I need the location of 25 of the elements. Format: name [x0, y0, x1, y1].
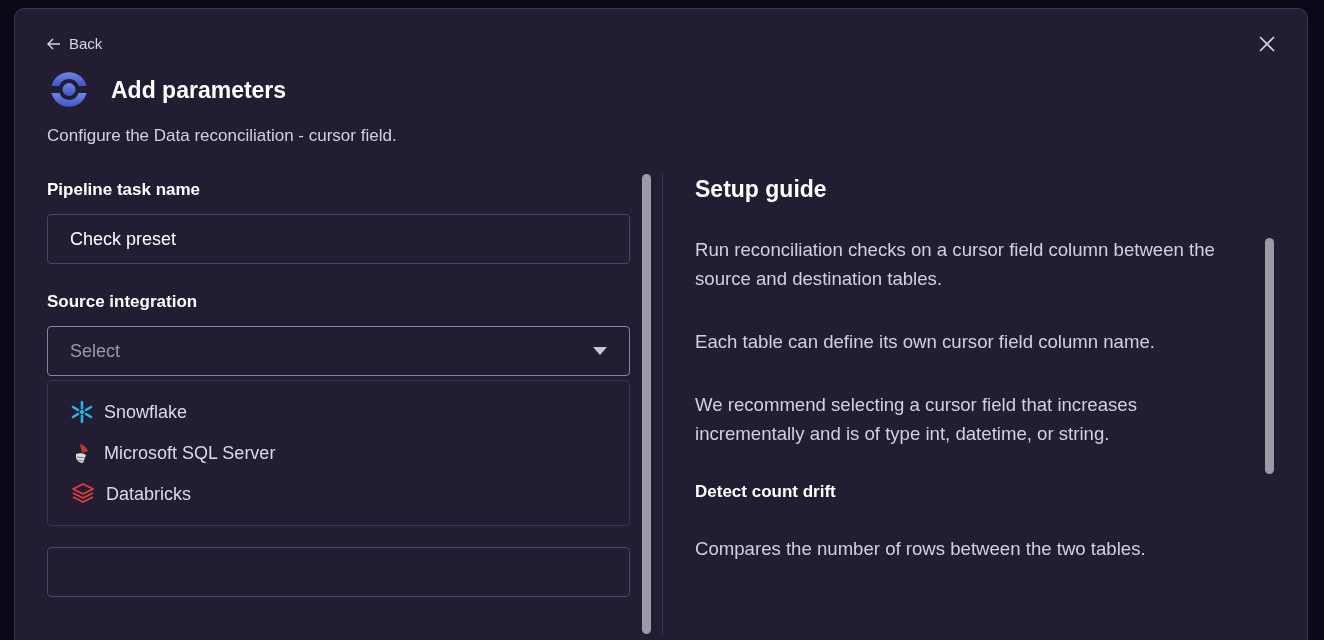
- guide-paragraph: Each table can define its own cursor field column name.: [695, 330, 1156, 354]
- field-label: Source integration: [47, 292, 199, 312]
- snowflake-icon: [70, 400, 94, 424]
- back-button[interactable]: Back: [47, 35, 103, 52]
- scrollbar[interactable]: [1265, 238, 1274, 474]
- caret-icon: [593, 347, 607, 355]
- source-column-field[interactable]: [47, 547, 630, 597]
- field-label: Pipeline task name: [47, 180, 202, 200]
- dialog-subtitle: Configure the Data reconciliation - cursor field.: [47, 126, 398, 146]
- guide-heading: Detect count drift: [695, 482, 837, 502]
- close-icon: [1259, 35, 1275, 52]
- dropdown-option[interactable]: Databricks: [70, 475, 607, 513]
- task-name-field[interactable]: Check preset: [47, 214, 630, 264]
- guide-paragraph: Run reconciliation checks on a cursor field column between the source and destination tables.: [695, 238, 1216, 291]
- guide-paragraph: Compares the number of rows between the two tables.: [695, 537, 1147, 561]
- guide-title: Setup guide: [695, 176, 828, 203]
- arrow-left-icon: [47, 37, 61, 50]
- guide-paragraph: We recommend selecting a cursor field that increases incrementally and is of type int, datetime, or string.: [695, 393, 1138, 446]
- source-select[interactable]: Select: [47, 326, 630, 376]
- stacked-layers-icon: [70, 482, 96, 506]
- dialog-title: Add parameters: [111, 76, 287, 104]
- close-button[interactable]: [1259, 35, 1275, 52]
- dropdown-option[interactable]: Snowflake: [70, 393, 607, 431]
- scrollbar[interactable]: [642, 174, 651, 634]
- dropdown-option[interactable]: Microsoft SQL Server: [70, 434, 607, 472]
